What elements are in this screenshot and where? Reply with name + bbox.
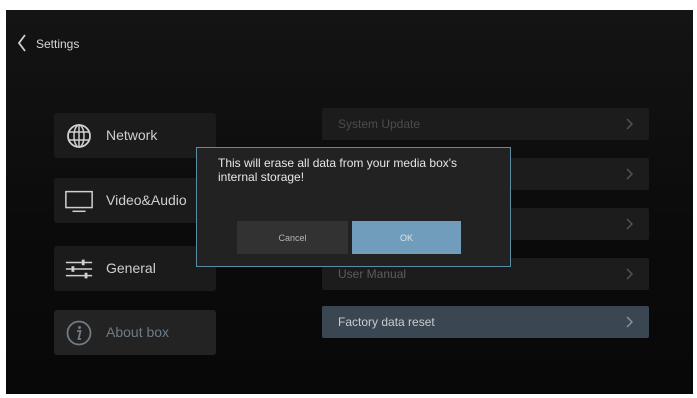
chevron-right-icon xyxy=(626,268,633,280)
cancel-button[interactable]: Cancel xyxy=(237,221,348,254)
confirm-dialog: This will erase all data from your media… xyxy=(196,147,511,267)
list-item-label: System Update xyxy=(338,117,421,131)
menu-item-label: About box xyxy=(106,324,170,340)
list-item-label: Factory data reset xyxy=(338,315,435,329)
settings-screen: Settings Network Video&Audio General Abo… xyxy=(6,10,693,394)
list-item-factory-data-reset[interactable]: Factory data reset xyxy=(322,306,649,338)
menu-item-network[interactable]: Network xyxy=(54,113,216,158)
ok-button[interactable]: OK xyxy=(352,221,461,254)
menu-item-general[interactable]: General xyxy=(54,246,216,291)
chevron-right-icon xyxy=(626,168,633,180)
chevron-left-icon xyxy=(17,34,26,52)
chevron-right-icon xyxy=(626,316,633,328)
list-item-system-update[interactable]: System Update xyxy=(322,108,649,140)
monitor-icon xyxy=(64,186,94,216)
list-item-label: User Manual xyxy=(338,267,407,281)
menu-item-video-audio[interactable]: Video&Audio xyxy=(54,178,216,223)
menu-item-about-box[interactable]: About box xyxy=(54,310,216,355)
menu-item-label: Network xyxy=(106,127,158,143)
menu-item-label: Video&Audio xyxy=(106,192,187,208)
top-bar: Settings xyxy=(6,10,693,70)
menu-item-label: General xyxy=(106,260,156,276)
chevron-right-icon xyxy=(626,218,633,230)
page-title: Settings xyxy=(36,37,80,51)
info-icon xyxy=(64,318,94,348)
dialog-message: This will erase all data from your media… xyxy=(218,156,458,184)
back-button[interactable] xyxy=(14,32,30,54)
globe-icon xyxy=(64,121,94,151)
chevron-right-icon xyxy=(626,118,633,130)
sliders-icon xyxy=(64,254,94,284)
